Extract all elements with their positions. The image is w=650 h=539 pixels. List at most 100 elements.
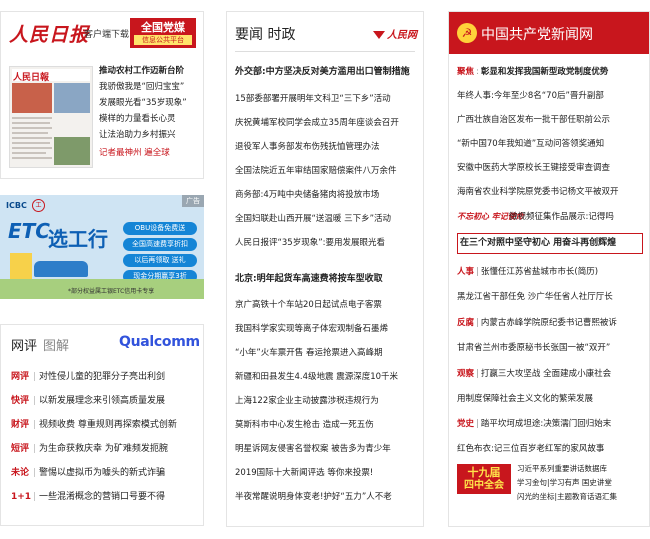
thumb-text-line [12, 147, 52, 149]
news-item[interactable]: 新疆和田县发生4.4级地震 震源深度10千米 [235, 371, 398, 383]
commentary-key: 短评 [11, 444, 30, 454]
commentary-link[interactable]: 为生命获救庆幸 为矿难频发扼腕 [39, 444, 168, 454]
cpc-news-link[interactable]: 内蒙古赤峰学院原纪委书记曹熙被诉 [481, 318, 617, 328]
lead-headline[interactable]: 外交部:中方坚决反对美方滥用出口管制措施 [235, 66, 410, 78]
people-daily-logo[interactable]: 人民日报 [9, 20, 89, 47]
news-item[interactable]: 退役军人事务部发布伤残抚恤管理办法 [235, 141, 380, 153]
party-media-badge[interactable]: 全国党媒 信息公共平台 [130, 18, 196, 48]
ad-etc: ETC [8, 219, 50, 243]
cpc-news-link[interactable]: “新中国70年我知道”互动问答领奖通知 [457, 138, 604, 150]
cpc-news-link[interactable]: 红色布衣:记三位百岁老红军的家风故事 [457, 443, 604, 455]
cpc-news-row: 聚焦: 彰显和发挥我国新型政党制度优势 [457, 66, 608, 78]
plenum-line1: 十九届 [467, 466, 501, 479]
commentary-link[interactable]: 以新发展理念来引领高质量发展 [39, 396, 165, 406]
tab-wangping[interactable]: 网评 [11, 339, 37, 354]
headline-link[interactable]: 推动农村工作迈新台阶 [99, 66, 184, 77]
icbc-logo-icon: 工 [32, 199, 45, 212]
cpc-news-link[interactable]: 年终人事:今年至少8名“70后”晋升副部 [457, 90, 604, 102]
party-emblem-icon: ☭ [457, 23, 477, 43]
cpc-news-link[interactable]: 打赢三大攻坚战 全面建成小康社会 [481, 369, 611, 379]
news-item[interactable]: 庆祝黄埔军校同学会成立35周年座谈会召开 [235, 117, 399, 129]
cpc-news-link[interactable]: 甘肃省兰州市委原秘书长张国一被“双开” [457, 342, 610, 354]
commentary-row: 未论 | 警惕以虚拟币为噱头的新式诈骗 [11, 463, 165, 483]
cpc-news-link[interactable]: 彰显和发挥我国新型政党制度优势 [481, 67, 609, 77]
commentary-box: 网评 图解 Qualcomm 网评 | 对性侵儿童的犯罪分子亮出利剑 快评 | 以新发展理… [0, 324, 204, 526]
cpc-news-link[interactable]: 黑龙江省干部任免 沙广华任省人社厅厅长 [457, 291, 613, 303]
commentary-row: 财评 | 视频收费 尊重规则再探索模式创新 [11, 415, 177, 435]
news-item[interactable]: 我国科学家实现等离子体宏观制备石墨烯 [235, 323, 388, 335]
news-item[interactable]: 京广高铁十个车站20日起试点电子客票 [235, 299, 382, 311]
featured-headline[interactable]: 在三个对照中坚守初心 用奋斗再创辉煌 [460, 237, 616, 249]
thumb-text-line [12, 122, 50, 124]
toll-gate-icon [10, 253, 32, 279]
cpc-news-title[interactable]: 中国共产党新闻网 [481, 24, 593, 44]
news-item[interactable]: 2019国际十大新闻评选 等你来投票! [235, 467, 373, 479]
commentary-link[interactable]: 一些混淆概念的营销口号要不得 [39, 492, 165, 502]
client-download-link[interactable]: 客户端下载 [84, 27, 129, 40]
tab-shizheng[interactable]: 时政 [267, 27, 295, 43]
thumb-text-line [12, 127, 52, 129]
thumb-text-line [12, 152, 46, 154]
headline-link[interactable]: 记者最神州 遍全球 [99, 148, 170, 159]
tab-tujie[interactable]: 图解 [43, 339, 69, 354]
headline-link[interactable]: 让法治助力乡村振兴 [99, 130, 176, 141]
thumb-text-line [12, 132, 48, 134]
plenum-line2: 四中全会 [464, 480, 504, 491]
news-item[interactable]: 莫斯科市中心发生枪击 造成一死五伤 [235, 419, 374, 431]
ad-pill: OBU设备免费送 [123, 222, 197, 235]
badge-subtitle: 信息公共平台 [134, 35, 192, 45]
icbc-etc-ad[interactable]: ICBC 工 广告 ETC 选工行 OBU设备免费送 全国高速费享折扣 以后再领… [0, 195, 204, 299]
commentary-row: 短评 | 为生命获救庆幸 为矿难频发扼腕 [11, 439, 168, 459]
news-item[interactable]: 全国法院近五年审结国家赔偿案件八万余件 [235, 165, 397, 177]
category-tag: 反腐 | [457, 318, 479, 328]
commentary-key: 快评 [11, 396, 30, 406]
headline-link[interactable]: 发展眼光看“35岁现象” [99, 98, 187, 109]
fourth-plenum-badge[interactable]: 十九届 四中全会 [457, 464, 511, 494]
news-item[interactable]: 商务部:4万吨中央储备猪肉将投放市场 [235, 189, 379, 201]
commentary-key: 财评 [11, 420, 30, 430]
cpc-news-row: 人事 | 张懂任江苏省盐城市市长(简历) [457, 266, 598, 278]
people-daily-panel: 人民日报 客户端下载 全国党媒 信息公共平台 人民日報 推动农村工作迈新台阶 我… [0, 11, 204, 179]
cpc-news-link[interactable]: 张懂任江苏省盐城市市长(简历) [481, 267, 598, 277]
news-item[interactable]: 人民日报评“35岁现象”:要用发展眼光看 [235, 237, 385, 249]
tab-yaowen[interactable]: 要闻 [235, 27, 263, 43]
cpc-news-link[interactable]: 踏平坎坷成坦途:决策濡门回归始末 [481, 419, 611, 429]
commentary-key: 网评 [11, 372, 30, 382]
cpc-news-link[interactable]: 广西壮族自治区发布一批干部任职前公示 [457, 114, 610, 126]
commentary-link[interactable]: 视频收费 尊重规则再探索模式创新 [39, 420, 177, 430]
newspaper-thumbnail[interactable]: 人民日報 [9, 66, 93, 168]
news-item[interactable]: 15部委部署开展明年文科卫“三下乡”活动 [235, 93, 391, 105]
ad-pill: 以后再领取 送礼 [123, 254, 197, 267]
news-item[interactable]: 上海122家企业主动披露涉税违规行为 [235, 395, 379, 407]
cpc-news-link[interactable]: 安徽中医药大学原校长王键接受审查调查 [457, 162, 610, 174]
commentary-link[interactable]: 警惕以虚拟币为噱头的新式诈骗 [39, 468, 165, 478]
plenum-link[interactable]: 学习金句|学习有声 国史讲堂 [517, 478, 612, 488]
cpc-news-row: 观察 | 打赢三大攻坚战 全面建成小康社会 [457, 368, 611, 380]
commentary-row: 快评 | 以新发展理念来引领高质量发展 [11, 391, 165, 411]
cpc-news-link[interactable]: 海南省农业科学院原党委书记杨文平被双开 [457, 186, 619, 198]
commentary-link[interactable]: 对性侵儿童的犯罪分子亮出利剑 [39, 372, 165, 382]
news-item[interactable]: 明星诉网友侵害名誉权案 被告多为青少年 [235, 443, 391, 455]
divider [235, 51, 415, 52]
thumb-text-line [12, 137, 52, 139]
lead-headline[interactable]: 北京:明年起货车高速费将按车型收取 [235, 273, 383, 285]
news-item[interactable]: 全国妇联赴山西开展“送温暖 三下乡”活动 [235, 213, 391, 225]
category-tag: 人事 | [457, 267, 479, 277]
masthead: 人民日报 客户端下载 全国党媒 信息公共平台 [1, 12, 203, 54]
thumb-photo [54, 83, 90, 113]
cpc-news-link[interactable]: 用制度保障社会主义文化的繁荣发展 [457, 393, 593, 405]
plenum-link[interactable]: 习近平系列重要讲话数据库 [517, 464, 607, 474]
headline-link[interactable]: 我骄傲我是“回归宝宝” [99, 82, 184, 93]
headline-link[interactable]: 模样的力量看长心灵 [99, 114, 176, 125]
qualcomm-logo[interactable]: Qualcomm [119, 334, 200, 350]
cpc-news-link[interactable]: 微视频征集作品展示:记得吗 [509, 211, 614, 223]
news-item[interactable]: 半夜常醒说明身体变老!护好“五力”人不老 [235, 491, 392, 503]
icbc-brand: ICBC [6, 201, 27, 210]
news-item[interactable]: “小年”火车票开售 春运抢票进入高峰期 [235, 347, 383, 359]
people-cn-logo[interactable]: 人民网 [373, 26, 417, 41]
commentary-tabs: 网评 图解 [11, 335, 69, 354]
badge-title: 全国党媒 [141, 21, 185, 34]
plenum-link[interactable]: 闪光的坐标|主题教育话语汇集 [517, 492, 617, 502]
thumb-masthead: 人民日報 [12, 69, 90, 83]
news-politics-panel: 要闻 时政 人民网 外交部:中方坚决反对美方滥用出口管制措施 15部委部署开展明… [226, 11, 424, 527]
